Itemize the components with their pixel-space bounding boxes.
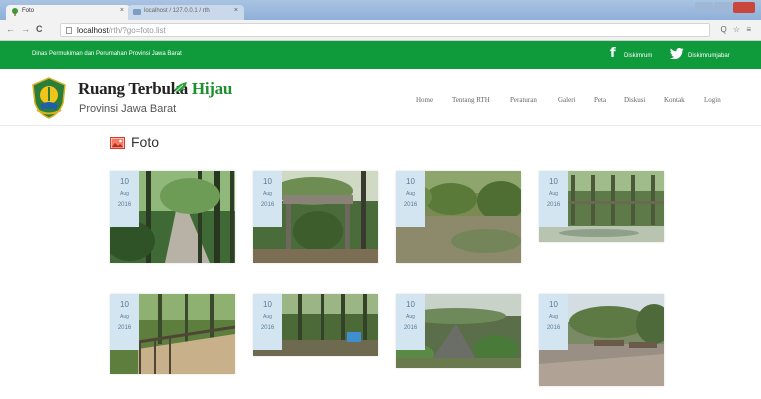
nav-diskusi[interactable]: Diskusi [624, 96, 645, 104]
browser-tool-icons[interactable]: Q ☆ ≡ [720, 25, 753, 34]
date-badge: 10 Aug 2016 [396, 171, 425, 227]
date-badge: 10 Aug 2016 [110, 171, 139, 227]
photo-icon [110, 137, 125, 149]
brand-title-accent: Hijau [191, 79, 232, 98]
date-month: Aug [263, 191, 272, 197]
date-year: 2016 [117, 202, 132, 208]
gallery-card[interactable]: 10 Aug 2016 [110, 171, 235, 263]
tab-title: localhost / 127.0.0.1 / rth [144, 8, 210, 14]
date-day: 10 [120, 177, 129, 186]
gallery-card[interactable]: 10 Aug 2016 [396, 294, 521, 368]
agency-name: Dinas Permukiman dan Perumahan Provinsi … [32, 51, 182, 57]
browser-tab-inactive[interactable]: localhost / 127.0.0.1 / rth × [128, 5, 244, 20]
date-badge: 10 Aug 2016 [539, 294, 568, 350]
date-badge: 10 Aug 2016 [253, 294, 282, 350]
date-year: 2016 [403, 202, 418, 208]
date-day: 10 [406, 177, 415, 186]
gallery-card[interactable]: 10 Aug 2016 [253, 171, 378, 263]
nav-peraturan[interactable]: Peraturan [510, 96, 537, 104]
date-day: 10 [549, 177, 558, 186]
leaf-icon [173, 82, 187, 94]
site-header: Ruang Terbuka Hijau Provinsi Jawa Barat … [0, 69, 761, 126]
date-badge: 10 Aug 2016 [396, 294, 425, 350]
page-title: Foto [131, 134, 160, 150]
twitter-icon[interactable] [670, 48, 684, 59]
browser-tab-active[interactable]: Foto × [6, 5, 130, 20]
gallery-card[interactable]: 10 Aug 2016 [110, 294, 235, 374]
minimize-button[interactable] [695, 2, 713, 13]
date-month: Aug [549, 314, 558, 320]
url-path: /rth/?go=foto.list [108, 26, 166, 35]
gallery-card[interactable]: 10 Aug 2016 [253, 294, 378, 356]
close-window-button[interactable] [733, 2, 755, 13]
date-month: Aug [120, 314, 129, 320]
forward-arrow-icon[interactable]: → [21, 24, 30, 34]
url-host: localhost [77, 26, 109, 35]
nav-galeri[interactable]: Galeri [558, 96, 576, 104]
date-day: 10 [263, 300, 272, 309]
date-month: Aug [406, 191, 415, 197]
nav-peta[interactable]: Peta [594, 96, 606, 104]
tab-close-icon[interactable]: × [234, 7, 238, 14]
brand-subtitle: Provinsi Jawa Barat [79, 103, 177, 115]
page-icon [66, 27, 72, 34]
brand-title[interactable]: Ruang Terbuka Hijau [78, 79, 232, 99]
nav-tentang-rth[interactable]: Tentang RTH [452, 96, 490, 104]
facebook-icon[interactable]: f [610, 46, 616, 61]
date-day: 10 [549, 300, 558, 309]
date-year: 2016 [403, 325, 418, 331]
gallery-card[interactable]: 10 Aug 2016 [539, 294, 664, 386]
tree-favicon-icon [12, 8, 18, 16]
date-year: 2016 [546, 202, 561, 208]
date-badge: 10 Aug 2016 [539, 171, 568, 227]
date-day: 10 [263, 177, 272, 186]
date-day: 10 [406, 300, 415, 309]
phpmyadmin-favicon-icon [133, 9, 141, 15]
date-badge: 10 Aug 2016 [253, 171, 282, 227]
nav-kontak[interactable]: Kontak [664, 96, 685, 104]
date-day: 10 [120, 300, 129, 309]
tab-title: Foto [22, 8, 35, 14]
date-month: Aug [120, 191, 129, 197]
gallery-card[interactable]: 10 Aug 2016 [396, 171, 521, 263]
maximize-button[interactable] [714, 2, 732, 13]
browser-toolbar: ← → C localhost/rth/?go=foto.list Q ☆ ≡ [0, 20, 761, 41]
address-bar[interactable]: localhost/rth/?go=foto.list [60, 23, 710, 37]
jawa-barat-logo[interactable] [31, 77, 67, 119]
date-month: Aug [263, 314, 272, 320]
date-year: 2016 [117, 325, 132, 331]
date-month: Aug [549, 191, 558, 197]
date-year: 2016 [260, 202, 275, 208]
browser-tab-bar: Foto × localhost / 127.0.0.1 / rth × [0, 0, 761, 20]
twitter-link[interactable]: Diskimrumjabar [688, 53, 730, 59]
window-controls [695, 2, 755, 13]
date-month: Aug [406, 314, 415, 320]
back-arrow-icon[interactable]: ← [6, 24, 15, 34]
gallery-card[interactable]: 10 Aug 2016 [539, 171, 664, 242]
reload-icon[interactable]: C [36, 24, 43, 34]
nav-home[interactable]: Home [416, 96, 433, 104]
date-year: 2016 [546, 325, 561, 331]
date-year: 2016 [260, 325, 275, 331]
date-badge: 10 Aug 2016 [110, 294, 139, 350]
top-info-bar: Dinas Permukiman dan Perumahan Provinsi … [0, 41, 761, 69]
nav-login[interactable]: Login [704, 96, 721, 104]
facebook-link[interactable]: Diskimrum [624, 53, 652, 59]
tab-close-icon[interactable]: × [120, 7, 124, 14]
